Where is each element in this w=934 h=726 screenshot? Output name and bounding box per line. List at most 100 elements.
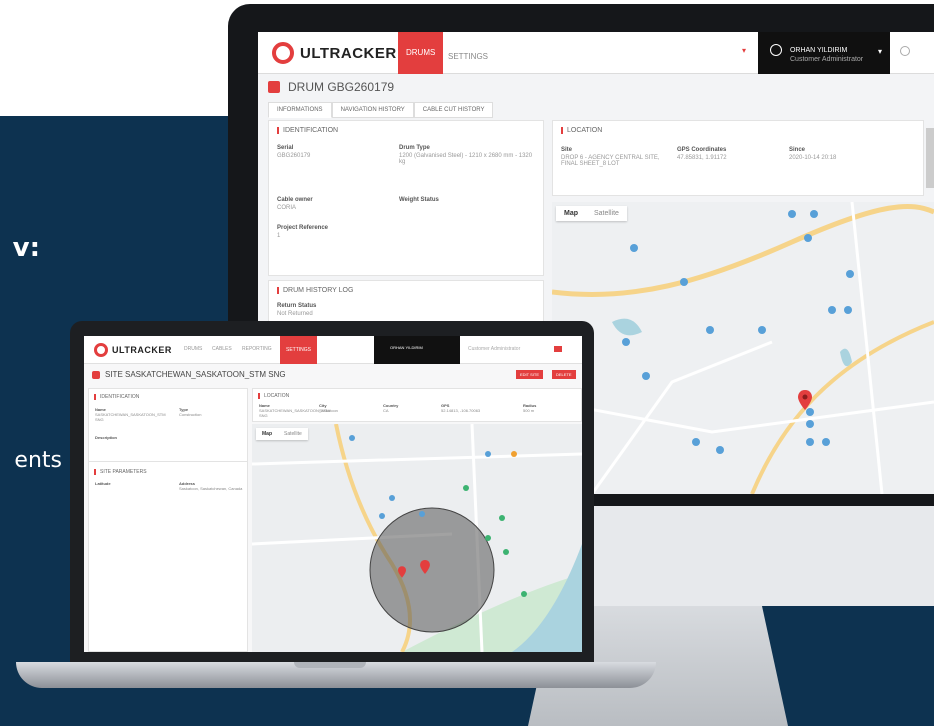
field-value: DROP 6 - AGENCY CENTRAL SITE, FINAL SHEE… bbox=[561, 155, 660, 167]
user-role: Customer Administrator bbox=[468, 346, 521, 352]
map-type-tabs: Map Satellite bbox=[256, 428, 308, 440]
app-logo[interactable]: ULTRACKER bbox=[272, 42, 397, 64]
field-label: Project Reference bbox=[277, 225, 329, 231]
field-radius: Radius 500 m bbox=[523, 403, 536, 413]
divider bbox=[89, 461, 247, 462]
field-serial: Serial GBG260179 bbox=[277, 145, 310, 159]
field-value: Saskatoon, Saskatchewan, Canada bbox=[179, 486, 243, 491]
field-value: Construction bbox=[179, 412, 202, 417]
map-pin-icon[interactable] bbox=[420, 560, 430, 574]
field-label: Site bbox=[561, 147, 573, 153]
field-label: Description bbox=[95, 435, 118, 440]
user-menu[interactable]: ORHAN YILDIRIM bbox=[374, 336, 460, 364]
chevron-down-icon[interactable]: ▾ bbox=[742, 46, 746, 55]
field-value: 1 bbox=[277, 233, 281, 239]
field-value: Saskatoon bbox=[319, 408, 338, 413]
page-header: DRUM GBG260179 bbox=[268, 80, 394, 94]
identification-title: IDENTIFICATION bbox=[277, 127, 543, 134]
page-header: SITE SASKATCHEWAN_SASKATOON_STM SNG bbox=[92, 370, 286, 379]
app-topbar: ULTRACKER DRUMS SETTINGS ▾ ORHAN YILDIRI… bbox=[258, 32, 934, 74]
field-label: Latitude bbox=[95, 481, 111, 486]
field-label: Return Status bbox=[277, 303, 317, 309]
field-return-status: Return Status Not Returned bbox=[277, 303, 316, 317]
field-value: SASKATCHEWAN_SASKATOON_STM SNG bbox=[95, 412, 166, 422]
nav-tab-settings[interactable]: SETTINGS bbox=[440, 44, 496, 74]
field-value: Not Returned bbox=[277, 311, 313, 317]
field-project-reference: Project Reference 1 bbox=[277, 225, 328, 239]
field-site: Site DROP 6 - AGENCY CENTRAL SITE, FINAL… bbox=[561, 147, 671, 167]
identification-title: IDENTIFICATION bbox=[94, 394, 247, 400]
nav-tab-cables[interactable]: CABLES bbox=[212, 346, 232, 352]
search-icon[interactable] bbox=[900, 46, 910, 56]
field-value: GBG260179 bbox=[277, 153, 311, 159]
laptop-screen: ULTRACKER DRUMS CABLES REPORTING SETTING… bbox=[84, 336, 582, 652]
tab-informations[interactable]: INFORMATIONS bbox=[268, 102, 332, 118]
field-value: 1200 (Galvanised Steel) - 1210 x 2680 mm… bbox=[399, 153, 533, 165]
field-label: Drum Type bbox=[399, 145, 430, 151]
field-type: Type Construction bbox=[179, 407, 201, 417]
identification-panel: IDENTIFICATION Name SASKATCHEWAN_SASKATO… bbox=[88, 388, 248, 652]
ultracker-logo-icon bbox=[94, 343, 108, 357]
nav-tab-reporting[interactable]: REPORTING bbox=[242, 346, 272, 352]
field-value: 52.14813, -106.70063 bbox=[441, 408, 481, 413]
field-drum-type: Drum Type 1200 (Galvanised Steel) - 1210… bbox=[399, 145, 539, 165]
field-since: Since 2020-10-14 20:18 bbox=[789, 147, 836, 161]
field-location-name: Name SASKATCHEWAN_SASKATOON_STM SNG bbox=[259, 403, 330, 418]
map-tab-satellite[interactable]: Satellite bbox=[586, 206, 627, 221]
user-menu[interactable]: ORHAN YILDIRIM Customer Administrator ▾ bbox=[758, 32, 890, 74]
site-icon bbox=[92, 370, 100, 379]
map-tab-map[interactable]: Map bbox=[556, 206, 586, 221]
nav-tab-drums[interactable]: DRUMS bbox=[398, 32, 444, 74]
field-label: Cable owner bbox=[277, 197, 313, 203]
site-map[interactable]: Map Satellite bbox=[252, 424, 582, 652]
field-value: 47.85831, 1.91172 bbox=[677, 155, 727, 161]
field-label: Weight Status bbox=[399, 197, 439, 203]
field-description: Description bbox=[95, 435, 117, 440]
page-title: DRUM GBG260179 bbox=[288, 80, 395, 94]
drum-history-title: DRUM HISTORY LOG bbox=[277, 287, 543, 294]
scrollbar[interactable] bbox=[926, 128, 934, 188]
field-value: 2020-10-14 20:18 bbox=[789, 155, 837, 161]
field-value: CORIA bbox=[277, 205, 297, 211]
location-title: LOCATION bbox=[561, 127, 923, 134]
field-gps: GPS Coordinates 47.85831, 1.91172 bbox=[677, 147, 727, 161]
map-tab-satellite[interactable]: Satellite bbox=[278, 428, 308, 440]
user-name: ORHAN YILDIRIM bbox=[789, 46, 848, 54]
map-pin-icon[interactable] bbox=[398, 566, 406, 578]
map-pin-icon[interactable] bbox=[798, 390, 812, 410]
tab-cable-cut-history[interactable]: CABLE CUT HISTORY bbox=[413, 102, 494, 118]
map-canvas bbox=[252, 424, 582, 652]
site-parameters-title: SITE PARAMETERS bbox=[94, 469, 147, 475]
side-heading: v: bbox=[12, 233, 40, 263]
brand-name: ULTRACKER bbox=[112, 345, 172, 355]
page-title: SITE SASKATCHEWAN_SASKATOON_STM SNG bbox=[105, 370, 286, 379]
location-map[interactable]: Map Satellite bbox=[552, 202, 934, 494]
field-country: Country CA bbox=[383, 403, 398, 413]
field-cable-owner: Cable owner CORIA bbox=[277, 197, 313, 211]
laptop-notch bbox=[294, 662, 366, 668]
identification-panel: IDENTIFICATION Serial GBG260179 Drum Typ… bbox=[268, 120, 544, 276]
location-panel: LOCATION Name SASKATCHEWAN_SASKATOON_STM… bbox=[252, 388, 582, 422]
location-panel: LOCATION Site DROP 6 - AGENCY CENTRAL SI… bbox=[552, 120, 924, 196]
user-icon bbox=[770, 44, 782, 56]
field-address: Address Saskatoon, Saskatchewan, Canada bbox=[179, 481, 245, 491]
delete-button[interactable]: DELETE bbox=[552, 370, 576, 379]
map-canvas bbox=[552, 202, 934, 494]
field-name: Name SASKATCHEWAN_SASKATOON_STM SNG bbox=[95, 407, 175, 422]
drum-icon bbox=[268, 81, 280, 93]
flag-icon[interactable] bbox=[554, 346, 562, 352]
brand-name: ULTRACKER bbox=[300, 44, 397, 62]
nav-tab-settings[interactable]: SETTINGS bbox=[280, 336, 318, 364]
field-gps: GPS 52.14813, -106.70063 bbox=[441, 403, 480, 413]
map-tab-map[interactable]: Map bbox=[256, 428, 278, 440]
app-logo[interactable]: ULTRACKER bbox=[94, 343, 172, 357]
chevron-down-icon: ▾ bbox=[877, 47, 882, 56]
map-type-tabs: Map Satellite bbox=[556, 206, 627, 221]
field-value: 500 m bbox=[523, 408, 535, 413]
field-label: Serial bbox=[277, 145, 294, 151]
tab-navigation-history[interactable]: NAVIGATION HISTORY bbox=[331, 102, 414, 118]
location-title: LOCATION bbox=[258, 393, 581, 399]
nav-tab-drums[interactable]: DRUMS bbox=[184, 346, 202, 352]
user-role: Customer Administrator bbox=[790, 56, 864, 63]
edit-site-button[interactable]: EDIT SITE bbox=[516, 370, 544, 379]
